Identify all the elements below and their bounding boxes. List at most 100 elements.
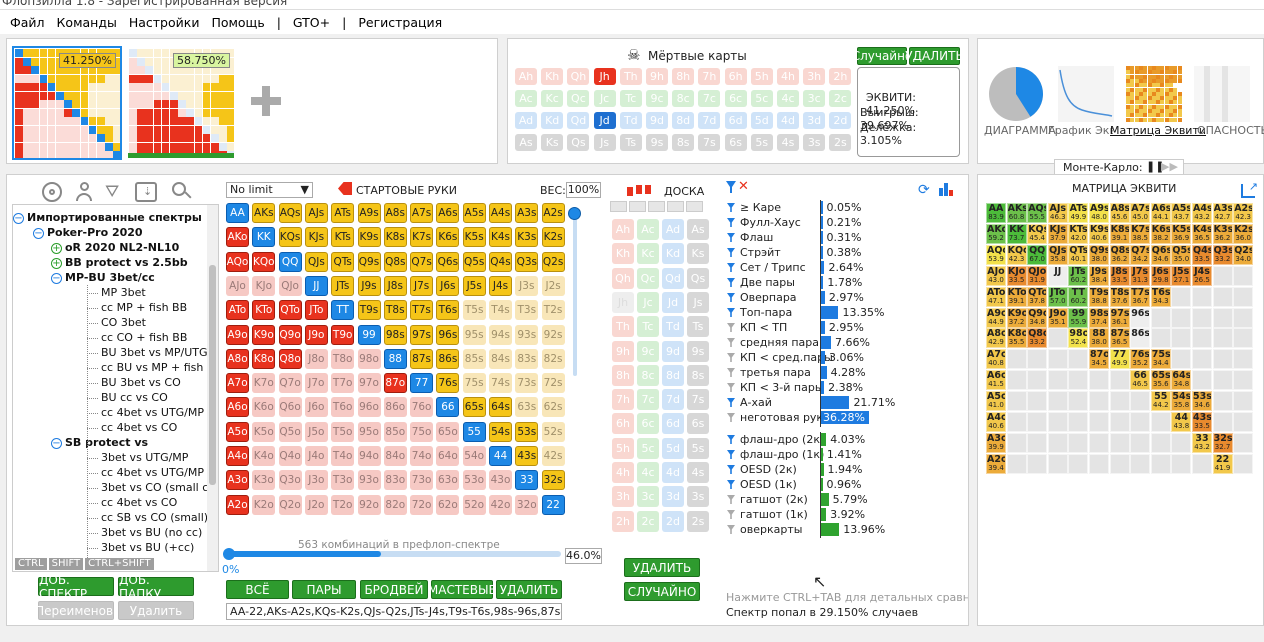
dead-card-9d[interactable]: 9d [646,112,668,129]
hand-cell-Q9o[interactable]: Q9o [278,324,302,345]
dead-card-3c[interactable]: 3c [803,90,826,107]
filter-icon[interactable] [727,525,735,534]
equity-cell[interactable]: Q7s 34.2 [1130,244,1151,265]
hand-cell-KQo[interactable]: KQo [252,251,276,272]
hand-filter-button[interactable]: ПАРЫ [292,580,356,599]
hand-cell-QTo[interactable]: QTo [278,300,302,321]
equity-cell[interactable]: 32s 32.7 [1212,432,1233,453]
tree-item[interactable]: 3bet vs CO (small cc) [101,481,218,494]
rename-button[interactable]: Переименов. [35,601,117,620]
hand-cell-A7o[interactable]: A7o [226,373,249,394]
hand-cell-T8s[interactable]: T8s [383,300,407,321]
equity-cell[interactable]: A5s 43.7 [1171,203,1192,223]
equity-cell[interactable]: KQs 45.4 [1027,223,1048,244]
equity-cell[interactable]: Q3s 33.2 [1212,244,1233,265]
filter-icon[interactable] [727,278,735,287]
hand-cell-63s[interactable]: 63s [515,397,539,418]
dead-card-Jd[interactable]: Jd [593,112,616,129]
hand-cell-T8o[interactable]: T8o [331,348,355,369]
dead-card-Tc[interactable]: Tc [619,90,642,107]
range-slider-handle[interactable] [223,548,235,560]
equity-cell[interactable]: A8s 45.6 [1109,203,1130,223]
hand-cell-Q7s[interactable]: Q7s [410,251,434,272]
add-range-plus-icon[interactable] [251,86,281,116]
dead-card-9h[interactable]: 9h [646,68,668,85]
hand-cell-T3s[interactable]: T3s [515,300,539,321]
tree-item[interactable]: Poker-Pro 2020 [47,226,143,239]
hand-cell-Q5o[interactable]: Q5o [278,421,302,442]
board-random-button[interactable]: СЛУЧАЙНО [624,582,700,601]
equity-cell[interactable]: 98o 52.4 [1068,328,1089,349]
hand-cell-T5o[interactable]: T5o [331,421,355,442]
hand-cell-K2o[interactable]: K2o [252,494,276,515]
hand-cell-52s[interactable]: 52s [541,421,565,442]
equity-cell[interactable]: 77 49.9 [1109,349,1130,370]
hand-cell-53s[interactable]: 53s [515,421,539,442]
delete-range-button[interactable]: Удалить [118,601,194,620]
hand-cell-A4s[interactable]: A4s [489,203,512,223]
equity-cell[interactable]: Q4s 33.5 [1192,244,1212,265]
hand-cell-K4o[interactable]: K4o [252,446,276,466]
board-card-7s[interactable]: 7s [687,389,709,411]
dead-card-Kd[interactable]: Kd [541,112,564,129]
hand-cell-JTo[interactable]: JTo [304,300,328,321]
hand-cell-Q4s[interactable]: Q4s [489,251,512,272]
board-card-Th[interactable]: Th [612,316,634,338]
hand-cell-44[interactable]: 44 [489,446,512,466]
hand-cell-T5s[interactable]: T5s [462,300,486,321]
dead-card-2s[interactable]: 2s [829,134,852,151]
dead-card-Qc[interactable]: Qc [567,90,590,107]
board-slot[interactable] [686,201,703,212]
board-card-5h[interactable]: 5h [612,437,634,459]
refresh-icon[interactable]: ⟳ [918,182,930,198]
add-folder-button[interactable]: ДОБ. ПАПКУ [118,573,194,601]
stat-row[interactable]: Флаш [727,230,773,245]
board-card-Qd[interactable]: Qd [662,267,684,289]
hand-cell-33[interactable]: 33 [515,470,539,491]
tree-item[interactable]: 3bet vs BU (no cc) [101,526,202,539]
weight-input[interactable]: 100% [566,182,601,198]
tree-item[interactable]: MP 3bet [101,286,146,299]
hand-cell-T4o[interactable]: T4o [331,446,355,466]
hand-cell-AJo[interactable]: AJo [226,275,249,296]
hand-cell-A9o[interactable]: A9o [226,324,249,345]
hand-cell-72o[interactable]: 72o [410,494,434,515]
equity-cell[interactable]: AA 83.9 [986,203,1006,223]
hand-cell-87o[interactable]: 87o [383,373,407,394]
stat-row[interactable]: Оверпара [727,290,797,305]
dead-card-4d[interactable]: 4d [777,112,799,129]
dead-card-9c[interactable]: 9c [646,90,668,107]
hand-cell-A6o[interactable]: A6o [226,397,249,418]
hand-cell-76o[interactable]: 76o [410,397,434,418]
tree-item[interactable]: 3bet vs UTG/MP [101,451,188,464]
stat-row[interactable]: КП < 3-й пары [727,380,824,395]
tree-item[interactable]: CO 3bet [101,316,146,329]
range-thumb-1[interactable]: 41.250% [12,46,122,160]
hand-cell-J6o[interactable]: J6o [304,397,328,418]
dead-card-2h[interactable]: 2h [829,68,852,85]
dead-card-Kc[interactable]: Kc [541,90,564,107]
dead-card-Ts[interactable]: Ts [619,134,642,151]
equity-cell[interactable]: 66 46.5 [1130,370,1151,391]
hand-cell-Q3s[interactable]: Q3s [515,251,539,272]
range-text-input[interactable]: AA-22,AKs-A2s,KQs-K2s,QJs-Q2s,JTs-J4s,T9… [226,603,562,620]
equity-cell[interactable]: 44 43.8 [1171,412,1192,432]
stat-row[interactable]: OESD (1к) [727,477,797,492]
hand-cell-T2s[interactable]: T2s [541,300,565,321]
dead-card-8s[interactable]: 8s [672,134,695,151]
menu-item-2[interactable]: Настройки [123,15,206,30]
equity-cell[interactable]: KTs 42.0 [1068,223,1089,244]
hand-filter-button[interactable]: УДАЛИТЬ [496,580,562,599]
equity-cell[interactable]: A9o 44.9 [986,307,1006,328]
equity-cell[interactable]: 65s 35.6 [1150,370,1171,391]
equity-cell[interactable]: A7s 45.0 [1130,203,1151,223]
hand-cell-76s[interactable]: 76s [436,373,460,394]
hand-cell-AQs[interactable]: AQs [278,203,302,223]
range-thumb-2[interactable]: 58.750% [126,46,236,160]
equity-cell[interactable]: Q9o34.8 [1027,307,1048,328]
hand-cell-AJs[interactable]: AJs [304,203,328,223]
dead-card-9s[interactable]: 9s [646,134,668,151]
equity-cell[interactable]: QJo 31.9 [1027,265,1048,286]
equity-cell[interactable]: 88 38.0 [1089,328,1109,349]
equity-cell[interactable]: A5o 41.0 [986,391,1006,412]
